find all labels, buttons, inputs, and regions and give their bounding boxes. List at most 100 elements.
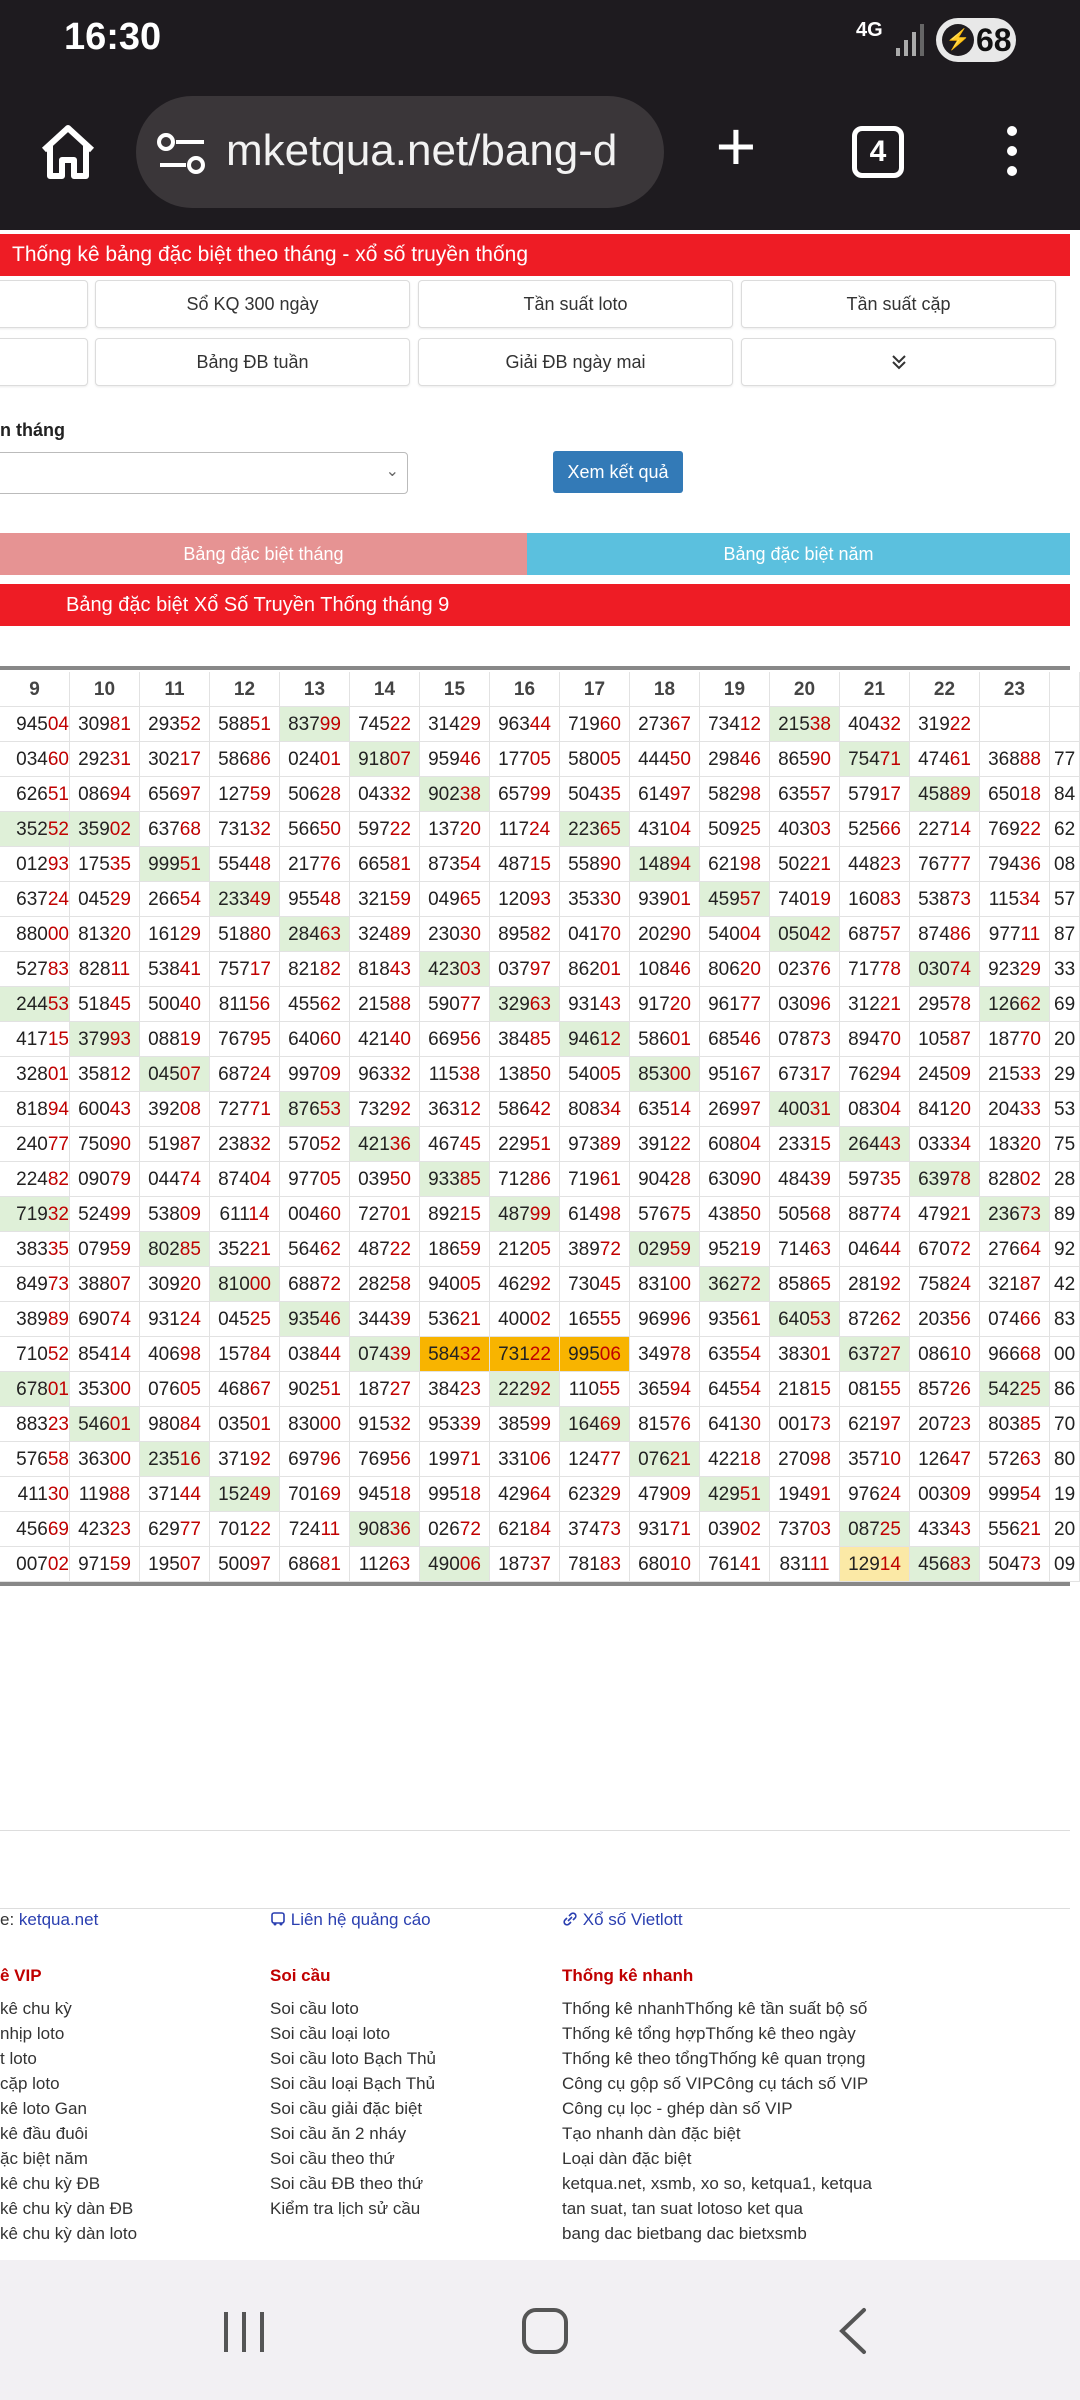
result-cell: 54225 — [980, 1372, 1050, 1407]
result-cell: 62977 — [140, 1512, 210, 1547]
result-cell: 96996 — [630, 1302, 700, 1337]
footer-link-item[interactable]: ketqua.net, xsmb, xo so, ketqua1, ketqua — [562, 2171, 872, 2196]
column-header: 19 — [700, 672, 770, 707]
nav-button-tan-suat-loto[interactable]: Tần suất loto — [418, 280, 733, 328]
footer-link-item[interactable]: kê loto Gan — [0, 2096, 137, 2121]
result-cell: 19507 — [140, 1547, 210, 1582]
result-cell: 93171 — [630, 1512, 700, 1547]
footer-link-item[interactable]: t loto — [0, 2046, 137, 2071]
footer-link-item[interactable]: Soi cầu ĐB theo thứ — [270, 2171, 436, 2196]
footer-link-item[interactable]: nhịp loto — [0, 2021, 137, 2046]
result-cell: 58432 — [420, 1337, 490, 1372]
result-cell: 58298 — [700, 777, 770, 812]
tab-switcher-button[interactable]: 4 — [852, 126, 904, 178]
result-cell: 21538 — [770, 707, 840, 742]
footer-link-item[interactable]: cặp loto — [0, 2071, 137, 2096]
footer-link-item[interactable]: Soi cầu theo thứ — [270, 2146, 436, 2171]
result-cell: 45683 — [910, 1547, 980, 1582]
result-cell: 63514 — [630, 1092, 700, 1127]
footer-link-item[interactable]: Loại dàn đặc biệt — [562, 2146, 872, 2171]
result-cell: 94504 — [0, 707, 70, 742]
result-cell: 75 — [1050, 1127, 1080, 1162]
footer-link-item[interactable]: Soi cầu loto — [270, 1996, 436, 2021]
nav-button-giai-db-ngay-mai[interactable]: Giải ĐB ngày mai — [418, 338, 733, 386]
column-header: 20 — [770, 672, 840, 707]
result-cell: 69796 — [280, 1442, 350, 1477]
footer-link-vietlott-text: Xổ số Vietlott — [582, 1910, 683, 1929]
back-icon[interactable] — [830, 2306, 880, 2356]
footer-link-item[interactable]: tan suat, tan suat lotoso ket qua — [562, 2196, 872, 2221]
system-nav-bar — [0, 2260, 1080, 2400]
result-cell: 71286 — [490, 1162, 560, 1197]
footer-link-item[interactable]: Tạo nhanh dàn đặc biệt — [562, 2121, 872, 2146]
footer-link-item[interactable]: Soi cầu giải đặc biệt — [270, 2096, 436, 2121]
footer-link-item[interactable]: kê chu kỳ — [0, 1996, 137, 2021]
new-tab-icon[interactable]: + — [704, 111, 768, 181]
footer-link-item[interactable]: Công cụ lọc - ghép dàn số VIP — [562, 2096, 872, 2121]
home-icon[interactable] — [36, 120, 100, 184]
table-row: 41130 11988 37144 15249 70169 94518 99518 42964… — [0, 1477, 1080, 1512]
result-cell: 22714 — [910, 812, 980, 847]
footer-link-ketqua[interactable]: e: ketqua.net — [0, 1910, 98, 1930]
nav-button-tan-suat-cap[interactable]: Tần suất cặp — [741, 280, 1056, 328]
result-cell: 28463 — [280, 917, 350, 952]
footer-link-ads[interactable]: Liên hệ quảng cáo — [270, 1910, 431, 1930]
nav-button-partial-2[interactable] — [0, 338, 88, 386]
result-cell: 86 — [1050, 1372, 1080, 1407]
nav-button-partial-1[interactable] — [0, 280, 88, 328]
footer-link-item[interactable]: Thống kê nhanhThống kê tần suất bộ số — [562, 1996, 872, 2021]
result-cell: 03096 — [770, 987, 840, 1022]
table-row: 41715 37993 08819 76795 64060 42140 66956 38485… — [0, 1022, 1080, 1057]
result-cell: 58005 — [560, 742, 630, 777]
status-time: 16:30 — [64, 16, 162, 58]
result-cell: 68872 — [280, 1267, 350, 1302]
more-menu-icon[interactable] — [994, 120, 1030, 184]
tab-month-special[interactable]: Bảng đặc biệt tháng — [0, 533, 527, 575]
result-cell: 17705 — [490, 742, 560, 777]
nav-button-so-kq[interactable]: Sổ KQ 300 ngày — [95, 280, 410, 328]
result-cell: 50628 — [280, 777, 350, 812]
footer-link-item[interactable]: Soi cầu ăn 2 nháy — [270, 2121, 436, 2146]
month-select[interactable]: ⌄ — [0, 452, 408, 494]
result-cell: 50040 — [140, 987, 210, 1022]
nav-button-bang-db-tuan[interactable]: Bảng ĐB tuần — [95, 338, 410, 386]
divider — [0, 1908, 1070, 1909]
footer-link-item[interactable]: bang dac bietbang dac bietxsmb — [562, 2221, 872, 2246]
footer-link-ketqua-text[interactable]: ketqua.net — [19, 1910, 98, 1929]
footer-link-item[interactable]: ặc biệt năm — [0, 2146, 137, 2171]
network-type-label: 4G — [856, 19, 883, 41]
result-cell: 53 — [1050, 1092, 1080, 1127]
result-cell: 21205 — [490, 1232, 560, 1267]
tab-year-special[interactable]: Bảng đặc biệt năm — [527, 533, 1070, 575]
footer-link-item[interactable]: Soi cầu loại loto — [270, 2021, 436, 2046]
chevron-down-icon — [891, 355, 906, 370]
result-cell: 44450 — [630, 742, 700, 777]
nav-expand-button[interactable] — [741, 338, 1056, 386]
footer-link-item[interactable]: Thống kê theo tổngThống kê quan trọng — [562, 2046, 872, 2071]
footer-link-item[interactable]: Soi cầu loto Bạch Thủ — [270, 2046, 436, 2071]
column-header: 12 — [210, 672, 280, 707]
footer-link-vietlott[interactable]: Xổ số Vietlott — [562, 1910, 683, 1930]
result-cell: 62329 — [560, 1477, 630, 1512]
table-bottom-rule — [0, 1582, 1070, 1586]
address-bar[interactable]: mketqua.net/bang-d — [136, 96, 664, 208]
footer-link-item[interactable]: kê chu kỳ dàn ĐB — [0, 2196, 137, 2221]
recent-apps-icon[interactable] — [222, 2310, 266, 2354]
footer-link-item[interactable]: kê chu kỳ dàn loto — [0, 2221, 137, 2246]
view-results-button[interactable]: Xem kết quả — [553, 451, 683, 493]
footer-link-item[interactable]: Công cụ gộp số VIPCông cụ tách số VIP — [562, 2071, 872, 2096]
footer-link-item[interactable]: Kiểm tra lịch sử cầu — [270, 2196, 436, 2221]
footer-link-item[interactable]: kê đầu đuôi — [0, 2121, 137, 2146]
result-cell: 95946 — [420, 742, 490, 777]
site-settings-icon[interactable] — [156, 132, 208, 176]
result-cell: 07959 — [70, 1232, 140, 1267]
result-cell: 89215 — [420, 1197, 490, 1232]
result-cell: 09 — [1050, 1547, 1080, 1582]
footer-col-vip: ê VIP kê chu kỳ nhịp loto t loto cặp loto kê… — [0, 1966, 137, 2246]
footer-link-item[interactable]: kê chu kỳ ĐB — [0, 2171, 137, 2196]
home-nav-icon[interactable] — [522, 2308, 568, 2354]
footer-link-item[interactable]: Soi cầu loại Bạch Thủ — [270, 2071, 436, 2096]
footer-link-item[interactable]: Thống kê tổng hợpThống kê theo ngày — [562, 2021, 872, 2046]
result-cell: 36272 — [700, 1267, 770, 1302]
table-row: 71052 85414 40698 15784 03844 07439 58432 73122… — [0, 1337, 1080, 1372]
